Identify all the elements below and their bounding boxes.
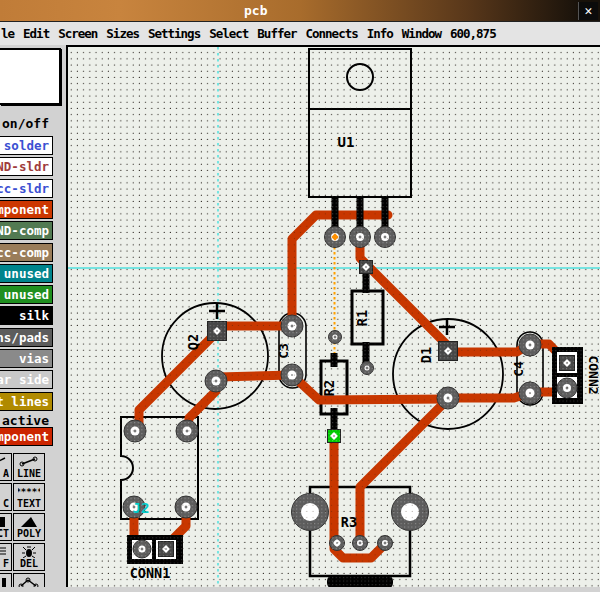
- tool-label: F: [3, 558, 9, 569]
- tool-icon-text: *****: [18, 485, 40, 498]
- svg-text:*****: *****: [18, 487, 40, 497]
- pcb-window: pcb ✕ le Edit Screen Sizes Settings Select Buf…: [0, 0, 600, 592]
- menu-buffer[interactable]: Buffer: [257, 26, 296, 41]
- tool-button-left-3[interactable]: F: [0, 543, 12, 571]
- layer-button-solder[interactable]: solder: [0, 136, 53, 155]
- layer-button-at-lines[interactable]: at lines: [0, 392, 53, 411]
- close-button[interactable]: ✕: [578, 2, 598, 20]
- tool-button-left-1[interactable]: C: [0, 483, 12, 511]
- menu-window[interactable]: Window: [402, 26, 441, 41]
- menu-select[interactable]: Select: [209, 26, 248, 41]
- tool-icon-del: [18, 545, 40, 558]
- tool-label: DEL: [20, 558, 38, 569]
- onoff-label: on/off: [2, 116, 49, 131]
- menubar: le Edit Screen Sizes Settings Select Buffer Con…: [0, 22, 600, 45]
- active-label: active: [2, 413, 49, 428]
- window-title: pcb: [244, 3, 267, 18]
- cursor-coordinates: 600,875: [450, 26, 496, 41]
- layer-button-silk[interactable]: silk: [0, 306, 53, 325]
- tool-icon-partial: [0, 515, 9, 528]
- menu-connects[interactable]: Connects: [306, 26, 358, 41]
- tool-button-del[interactable]: DEL: [13, 543, 45, 571]
- titlebar[interactable]: pcb ✕: [0, 0, 600, 22]
- tool-icon-partial: [0, 455, 9, 468]
- tool-label: C: [3, 498, 9, 509]
- tool-button-left-0[interactable]: A: [0, 453, 12, 481]
- tool-label: CT: [0, 528, 9, 539]
- menu-sizes[interactable]: Sizes: [106, 26, 139, 41]
- menu-info[interactable]: Info: [367, 26, 393, 41]
- sidebar: on/off solder ND-sldr cc-sldr mponent ND-com…: [0, 45, 66, 592]
- layer-button-unused[interactable]: unused: [0, 285, 53, 304]
- window-bottom-edge: [0, 587, 600, 592]
- layer-button-ns-pads[interactable]: ns/pads: [0, 328, 53, 347]
- layer-button-unused[interactable]: unused: [0, 264, 53, 283]
- tool-icon-partial: [0, 545, 9, 558]
- layer-button-ar-side[interactable]: ar side: [0, 370, 53, 389]
- tool-button-line[interactable]: LINE: [13, 453, 45, 481]
- menu-screen[interactable]: Screen: [58, 26, 97, 41]
- board-preview[interactable]: [0, 48, 61, 105]
- layer-button-cc-comp[interactable]: cc-comp: [0, 243, 53, 262]
- tool-button-left-2[interactable]: CT: [0, 513, 12, 541]
- menu-le[interactable]: le: [1, 26, 14, 41]
- menu-settings[interactable]: Settings: [148, 26, 200, 41]
- layer-button-nd-comp[interactable]: ND-comp: [0, 221, 53, 240]
- board-canvas[interactable]: U1Q2C3R1R2D1C4CONN2R3J2CONN1: [66, 45, 600, 587]
- tool-icon-line: [18, 455, 40, 468]
- tool-button-poly[interactable]: POLY: [13, 513, 45, 541]
- tool-icon-partial: [0, 485, 9, 498]
- tool-icon-poly: [18, 515, 40, 528]
- layer-button-vias[interactable]: vias: [0, 349, 53, 368]
- grid-overlay: [68, 47, 600, 587]
- menu-edit[interactable]: Edit: [23, 26, 49, 41]
- tool-label: A: [3, 468, 9, 479]
- layer-button-mponent[interactable]: mponent: [0, 200, 53, 219]
- tool-button-text[interactable]: *****TEXT: [13, 483, 45, 511]
- tool-label: LINE: [17, 468, 41, 479]
- active-layer-button[interactable]: mponent: [0, 427, 53, 446]
- tool-label: POLY: [17, 528, 41, 539]
- layer-button-nd-sldr[interactable]: ND-sldr: [0, 157, 53, 176]
- layer-button-cc-sldr[interactable]: cc-sldr: [0, 179, 53, 198]
- tool-label: TEXT: [17, 498, 41, 509]
